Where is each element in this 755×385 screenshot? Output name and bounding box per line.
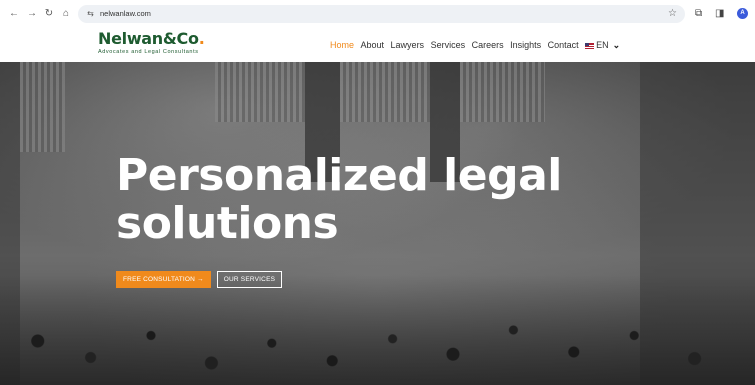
our-services-button[interactable]: OUR SERVICES	[216, 271, 283, 288]
hero-section: Personalized legal solutions FREE CONSULT…	[0, 62, 755, 385]
browser-toolbar: ← → ↻ ⌂ ⇆ nelwanlaw.com ☆ ⧉ ◨ A	[0, 0, 755, 28]
site-logo[interactable]: Nelwan&Co. Advocates and Legal Consultan…	[98, 29, 205, 56]
nav-item-home[interactable]: Home	[330, 40, 354, 51]
home-icon[interactable]: ⌂	[60, 8, 72, 20]
hero-background-window	[460, 62, 545, 122]
nav-item-about[interactable]: About	[361, 40, 385, 51]
extensions-icon[interactable]: ⧉	[695, 8, 702, 20]
nav-item-contact[interactable]: Contact	[548, 40, 579, 51]
url-text[interactable]: nelwanlaw.com	[100, 9, 151, 19]
us-flag-icon	[585, 42, 595, 49]
hero-background-crowd	[0, 275, 755, 385]
hero-cta-group: FREE CONSULTATION → OUR SERVICES	[116, 271, 283, 288]
reload-icon[interactable]: ↻	[43, 8, 55, 20]
nav-item-lawyers[interactable]: Lawyers	[391, 40, 425, 51]
chevron-down-icon: ⌄	[612, 40, 621, 50]
forward-icon[interactable]: →	[26, 8, 38, 20]
arrow-right-icon: →	[197, 276, 204, 283]
logo-wordmark: Nelwan&Co.	[98, 29, 205, 48]
language-selector[interactable]: EN ⌄	[585, 40, 620, 51]
site-info-icon[interactable]: ⇆	[85, 9, 96, 19]
nav-item-services[interactable]: Services	[431, 40, 466, 51]
address-bar[interactable]: ⇆ nelwanlaw.com ☆	[78, 5, 685, 23]
bookmark-star-icon[interactable]: ☆	[668, 8, 677, 20]
hero-background-window	[340, 62, 430, 122]
hero-background-window	[20, 62, 65, 152]
logo-tagline: Advocates and Legal Consultants	[98, 49, 199, 55]
hero-title: Personalized legal solutions	[116, 150, 562, 249]
nav-item-careers[interactable]: Careers	[472, 40, 504, 51]
site-header: Nelwan&Co. Advocates and Legal Consultan…	[0, 28, 755, 62]
back-icon[interactable]: ←	[8, 8, 20, 20]
side-panel-icon[interactable]: ◨	[715, 8, 724, 20]
nav-item-insights[interactable]: Insights	[510, 40, 541, 51]
profile-avatar[interactable]: A	[737, 8, 748, 19]
hero-background-window	[215, 62, 305, 122]
language-label: EN	[596, 40, 609, 50]
main-navigation: Home About Lawyers Services Careers Insi…	[330, 40, 620, 51]
free-consultation-button[interactable]: FREE CONSULTATION →	[116, 271, 211, 288]
